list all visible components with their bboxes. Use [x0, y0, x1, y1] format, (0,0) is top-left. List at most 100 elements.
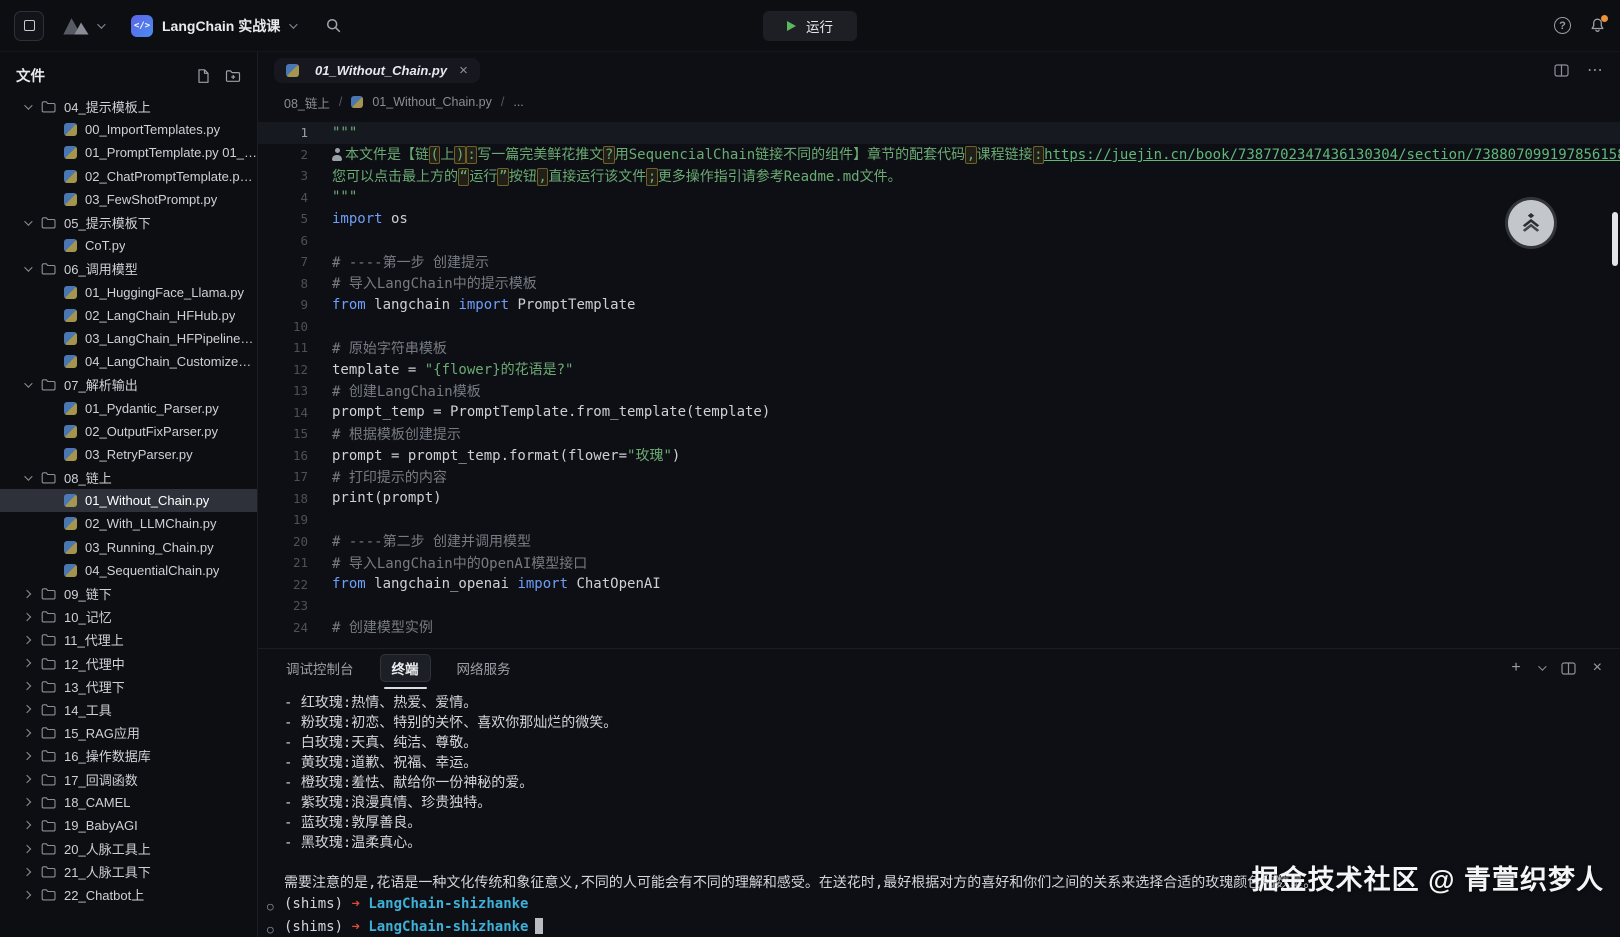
- line-content: 本文件是【链(上):写一篇完美鲜花推文?用SequencialChain链接不同…: [308, 144, 1620, 164]
- scrollbar-thumb[interactable]: [1612, 212, 1618, 266]
- code-line-10[interactable]: 10: [258, 316, 1620, 338]
- files-sidebar: 文件 04_提示模板上00_ImportTemplates.py01_Promp…: [0, 52, 258, 937]
- tree-folder-17_回调函数[interactable]: 17_回调函数: [0, 767, 257, 790]
- code-area[interactable]: 1"""2本文件是【链(上):写一篇完美鲜花推文?用SequencialChai…: [258, 116, 1620, 648]
- tree-folder-14_工具[interactable]: 14_工具: [0, 698, 257, 721]
- new-folder-button[interactable]: [225, 69, 241, 83]
- tree-folder-12_代理中[interactable]: 12_代理中: [0, 652, 257, 675]
- code-line-4[interactable]: 4""": [258, 187, 1620, 209]
- tree-folder-07_解析输出[interactable]: 07_解析输出: [0, 373, 257, 396]
- line-number: 3: [258, 168, 308, 183]
- panel-tab-终端[interactable]: 终端: [380, 654, 431, 682]
- code-line-24[interactable]: 24# 创建模型实例: [258, 617, 1620, 639]
- line-number: 5: [258, 211, 308, 226]
- tree-file-02_OutputFixParser.py[interactable]: 02_OutputFixParser.py: [0, 420, 257, 443]
- tree-folder-20_人脉工具上[interactable]: 20_人脉工具上: [0, 837, 257, 860]
- code-line-17[interactable]: 17# 打印提示的内容: [258, 466, 1620, 488]
- tree-folder-16_操作数据库[interactable]: 16_操作数据库: [0, 744, 257, 767]
- window-menu-button[interactable]: [14, 11, 44, 41]
- run-button[interactable]: 运行: [763, 11, 857, 41]
- tree-file-01_Without_Chain.py[interactable]: 01_Without_Chain.py: [0, 489, 257, 512]
- tree-folder-18_CAMEL[interactable]: 18_CAMEL: [0, 791, 257, 814]
- tree-file-04_LangChain_CustomizeMod...[interactable]: 04_LangChain_CustomizeMod...: [0, 350, 257, 373]
- tree-folder-15_RAG应用[interactable]: 15_RAG应用: [0, 721, 257, 744]
- code-line-1[interactable]: 1""": [258, 122, 1620, 144]
- terminal-line: - 黄玫瑰:道歉、祝福、幸运。: [284, 753, 1600, 773]
- tree-folder-10_记忆[interactable]: 10_记忆: [0, 605, 257, 628]
- tree-folder-19_BabyAGI[interactable]: 19_BabyAGI: [0, 814, 257, 837]
- terminal-output[interactable]: - 红玫瑰:热情、热爱、爱情。- 粉玫瑰:初恋、特别的关怀、喜欢你那灿烂的微笑。…: [258, 687, 1620, 937]
- tree-file-02_With_LLMChain.py[interactable]: 02_With_LLMChain.py: [0, 512, 257, 535]
- help-button[interactable]: ?: [1554, 17, 1571, 34]
- tree-folder-04_提示模板上[interactable]: 04_提示模板上: [0, 95, 257, 118]
- tree-file-03_Running_Chain.py[interactable]: 03_Running_Chain.py: [0, 536, 257, 559]
- panel-tab-调试控制台[interactable]: 调试控制台: [284, 654, 356, 682]
- breadcrumb-file[interactable]: 01_Without_Chain.py: [372, 95, 492, 109]
- code-line-13[interactable]: 13# 创建LangChain模板: [258, 380, 1620, 402]
- code-line-8[interactable]: 8# 导入LangChain中的提示模板: [258, 273, 1620, 295]
- tree-folder-06_调用模型[interactable]: 06_调用模型: [0, 257, 257, 280]
- tree-file-02_ChatPromptTemplate.py 0...[interactable]: 02_ChatPromptTemplate.py 0...: [0, 165, 257, 188]
- code-line-3[interactable]: 3您可以点击最上方的“运行”按钮,直接运行该文件;更多操作指引请参考Readme…: [258, 165, 1620, 187]
- code-line-21[interactable]: 21# 导入LangChain中的OpenAI模型接口: [258, 552, 1620, 574]
- code-line-22[interactable]: 22from langchain_openai import ChatOpenA…: [258, 574, 1620, 596]
- code-line-12[interactable]: 12template = "{flower}的花语是?": [258, 359, 1620, 381]
- shell-env: (shims): [284, 919, 343, 935]
- tree-folder-08_链上[interactable]: 08_链上: [0, 466, 257, 489]
- code-line-15[interactable]: 15# 根据模板创建提示: [258, 423, 1620, 445]
- project-selector[interactable]: </> LangChain 实战课: [123, 11, 303, 41]
- close-panel-button[interactable]: ×: [1593, 659, 1602, 677]
- tree-file-03_FewShotPrompt.py[interactable]: 03_FewShotPrompt.py: [0, 188, 257, 211]
- panel-tab-网络服务[interactable]: 网络服务: [455, 654, 513, 682]
- tree-file-01_Pydantic_Parser.py[interactable]: 01_Pydantic_Parser.py: [0, 396, 257, 419]
- notifications-button[interactable]: [1589, 17, 1606, 34]
- split-panel-button[interactable]: [1561, 662, 1576, 675]
- close-tab-icon[interactable]: ×: [459, 63, 468, 78]
- tree-file-02_LangChain_HFHub.py[interactable]: 02_LangChain_HFHub.py: [0, 304, 257, 327]
- tree-file-03_LangChain_HFPipeline.py[interactable]: 03_LangChain_HFPipeline.py: [0, 327, 257, 350]
- tree-folder-11_代理上[interactable]: 11_代理上: [0, 628, 257, 651]
- line-content: template = "{flower}的花语是?": [308, 359, 573, 379]
- tree-folder-09_链下[interactable]: 09_链下: [0, 582, 257, 605]
- new-file-button[interactable]: [196, 68, 211, 84]
- tree-item-label: 18_CAMEL: [64, 795, 130, 810]
- code-line-6[interactable]: 6: [258, 230, 1620, 252]
- tree-folder-05_提示模板下[interactable]: 05_提示模板下: [0, 211, 257, 234]
- tree-file-00_ImportTemplates.py[interactable]: 00_ImportTemplates.py: [0, 118, 257, 141]
- breadcrumb-folder[interactable]: 08_链上: [284, 93, 330, 112]
- code-line-9[interactable]: 9from langchain import PromptTemplate: [258, 294, 1620, 316]
- line-number: 19: [258, 512, 308, 527]
- app-menu-button[interactable]: [56, 12, 109, 40]
- tree-file-04_SequentialChain.py[interactable]: 04_SequentialChain.py: [0, 559, 257, 582]
- breadcrumb-more[interactable]: ...: [513, 95, 523, 109]
- code-line-20[interactable]: 20# ----第二步 创建并调用模型: [258, 531, 1620, 553]
- code-line-11[interactable]: 11# 原始字符串模板: [258, 337, 1620, 359]
- code-line-5[interactable]: 5import os: [258, 208, 1620, 230]
- code-line-14[interactable]: 14prompt_temp = PromptTemplate.from_temp…: [258, 402, 1620, 424]
- tree-file-CoT.py[interactable]: CoT.py: [0, 234, 257, 257]
- folder-icon: [41, 773, 56, 786]
- split-editor-button[interactable]: [1554, 64, 1569, 77]
- tree-folder-13_代理下[interactable]: 13_代理下: [0, 675, 257, 698]
- more-options-button[interactable]: ⋯: [1587, 60, 1604, 80]
- code-line-7[interactable]: 7# ----第一步 创建提示: [258, 251, 1620, 273]
- chevron-down-icon: [24, 472, 32, 480]
- code-line-18[interactable]: 18print(prompt): [258, 488, 1620, 510]
- tree-file-03_RetryParser.py[interactable]: 03_RetryParser.py: [0, 443, 257, 466]
- tree-folder-21_人脉工具下[interactable]: 21_人脉工具下: [0, 860, 257, 883]
- tree-file-01_HuggingFace_Llama.py[interactable]: 01_HuggingFace_Llama.py: [0, 281, 257, 304]
- python-file-icon: [64, 425, 77, 438]
- code-line-23[interactable]: 23: [258, 595, 1620, 617]
- search-button[interactable]: [321, 13, 346, 38]
- code-line-16[interactable]: 16prompt = prompt_temp.format(flower="玫瑰…: [258, 445, 1620, 467]
- editor-tab[interactable]: 01_Without_Chain.py ×: [274, 58, 480, 83]
- tree-file-01_PromptTemplate.py 01_sof...[interactable]: 01_PromptTemplate.py 01_sof...: [0, 141, 257, 164]
- tree-item-label: 00_ImportTemplates.py: [85, 122, 220, 137]
- code-line-2[interactable]: 2本文件是【链(上):写一篇完美鲜花推文?用SequencialChain链接不…: [258, 144, 1620, 166]
- tree-folder-22_Chatbot上[interactable]: 22_Chatbot上: [0, 883, 257, 906]
- avatar: [1508, 200, 1554, 246]
- line-number: 2: [258, 147, 308, 162]
- terminal-dropdown-button[interactable]: [1538, 665, 1544, 671]
- code-line-19[interactable]: 19: [258, 509, 1620, 531]
- new-terminal-button[interactable]: +: [1511, 659, 1520, 677]
